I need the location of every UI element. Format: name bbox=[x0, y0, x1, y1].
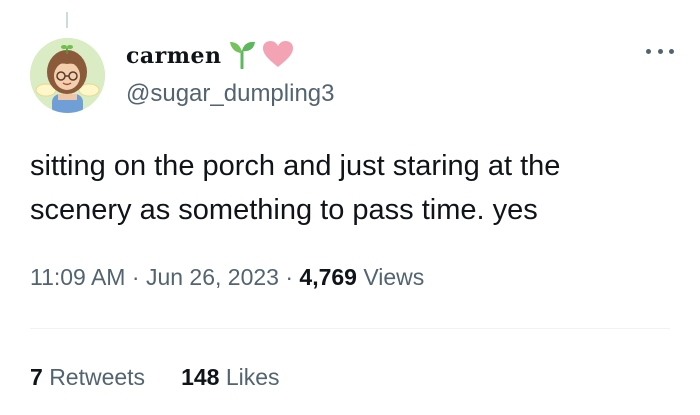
retweets-stat[interactable]: 7 Retweets bbox=[30, 364, 145, 391]
display-name[interactable]: carmen bbox=[126, 43, 222, 69]
likes-stat[interactable]: 148 Likes bbox=[181, 364, 279, 391]
retweets-label: Retweets bbox=[49, 364, 146, 390]
views-label: Views bbox=[363, 264, 425, 290]
tweet-text-line: scenery as something to pass time. yes bbox=[30, 194, 538, 226]
dot-icon bbox=[646, 48, 651, 54]
tweet-text-line: sitting on the porch and just staring at… bbox=[30, 150, 561, 182]
tweet-text: sitting on the porch and just staring at… bbox=[30, 144, 670, 232]
views-count: 4,769 bbox=[299, 264, 357, 290]
retweets-count: 7 bbox=[30, 364, 43, 390]
tweet-time[interactable]: 11:09 AM bbox=[30, 264, 125, 290]
meta-separator: · bbox=[285, 264, 294, 290]
likes-label: Likes bbox=[225, 364, 280, 390]
tweet-meta: 11:09 AM · Jun 26, 2023 · 4,769 Views bbox=[30, 264, 424, 291]
dot-icon bbox=[657, 48, 663, 54]
thread-connector-line bbox=[66, 12, 68, 28]
dot-icon bbox=[669, 48, 674, 54]
likes-count: 148 bbox=[181, 364, 220, 390]
tweet-date[interactable]: Jun 26, 2023 bbox=[146, 264, 279, 290]
more-options-icon[interactable] bbox=[646, 44, 674, 58]
seedling-icon bbox=[228, 39, 256, 74]
user-info: carmen @sugar_dumpling3 bbox=[126, 38, 335, 108]
pink-heart-icon bbox=[262, 40, 294, 73]
name-row: carmen bbox=[126, 38, 335, 74]
avatar[interactable] bbox=[30, 38, 105, 113]
user-handle[interactable]: @sugar_dumpling3 bbox=[126, 80, 335, 108]
meta-separator: · bbox=[131, 264, 140, 290]
tweet-stats: 7 Retweets 148 Likes bbox=[30, 364, 280, 391]
divider bbox=[30, 328, 670, 329]
